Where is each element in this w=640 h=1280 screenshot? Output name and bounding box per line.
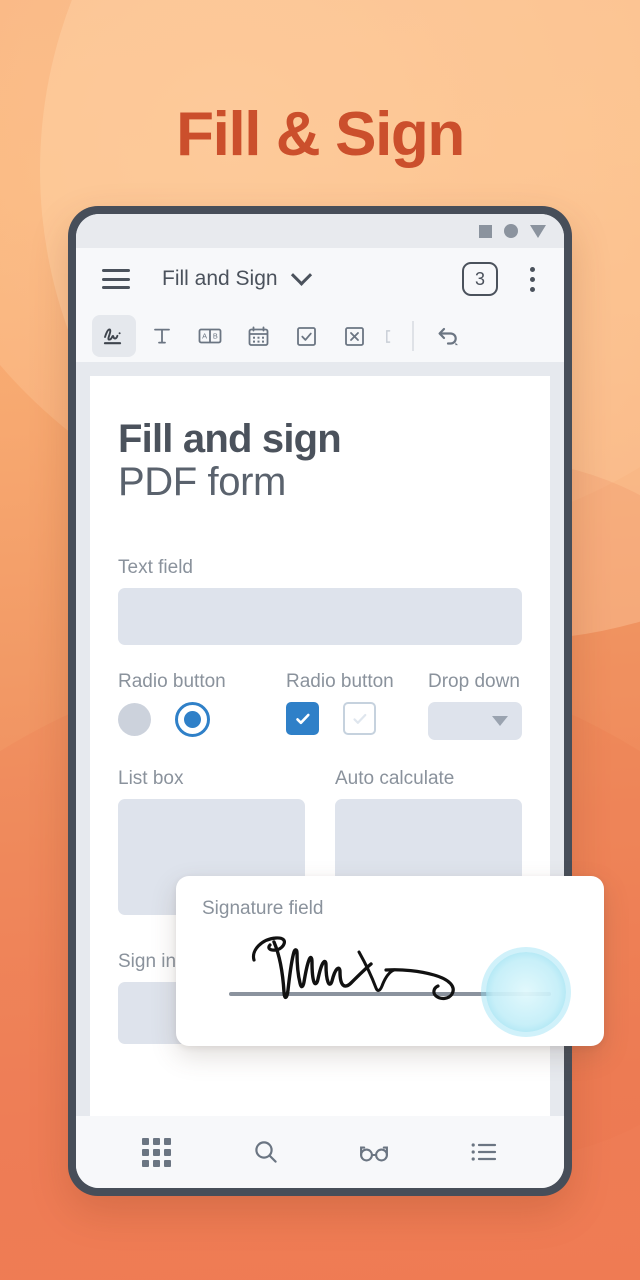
toolbar-divider [412, 321, 414, 351]
radio-option-unselected[interactable] [118, 703, 151, 737]
controls-row: Radio button Radio button Drop down [118, 671, 522, 741]
bottom-navigation [76, 1116, 564, 1188]
signature-field-label: Signature field [202, 898, 324, 919]
radio-group-1-label: Radio button [118, 671, 226, 693]
signature-canvas[interactable] [202, 920, 578, 1032]
signature-field-card[interactable]: Signature field [176, 876, 604, 1046]
initials-tool[interactable]: A B [188, 315, 232, 357]
outline-nav[interactable] [454, 1127, 514, 1177]
phone-frame: Fill and Sign 3 A B Fill and sign PDF fo… [68, 206, 572, 1196]
checkbox-checked[interactable] [286, 702, 319, 736]
document-title-line2: PDF form [118, 460, 286, 505]
signature-stroke-icon [104, 328, 119, 341]
search-handle-icon [268, 1154, 277, 1163]
app-bar-title: Fill and Sign [162, 267, 278, 290]
list-box-label: List box [118, 768, 184, 790]
triangle-down-icon [492, 716, 508, 727]
list-bullets-icon [471, 1143, 475, 1161]
glasses-right-icon [374, 1148, 388, 1162]
text-field-input[interactable] [118, 588, 522, 646]
document-title-line1: Fill and sign [118, 417, 342, 461]
checkbox-check-icon [296, 326, 316, 346]
auto-calculate-label: Auto calculate [335, 768, 455, 790]
check-mark-white-icon [295, 713, 310, 724]
radio-group-1: Radio button [118, 671, 286, 740]
dropdown-label: Drop down [428, 671, 520, 693]
cross-tool[interactable] [332, 315, 376, 357]
thumbnails-nav[interactable] [127, 1127, 187, 1177]
checkmark-tool[interactable] [284, 315, 328, 357]
signature-tool[interactable] [92, 315, 136, 357]
radio-group-1-options [118, 702, 286, 738]
bracket-tool[interactable] [380, 315, 400, 357]
status-bar [76, 214, 564, 248]
text-field-group: Text field [118, 557, 522, 646]
radio-option-selected[interactable] [175, 702, 210, 738]
fill-sign-toolbar: A B [76, 310, 564, 362]
calendar-dots-icon [252, 336, 264, 343]
check-mark-faint-icon [352, 713, 366, 724]
radio-group-2: Radio button [286, 671, 428, 740]
svg-text:A: A [202, 332, 207, 341]
radio-group-2-label: Radio button [286, 671, 394, 693]
chevron-down-icon[interactable] [290, 264, 312, 286]
glasses-left-icon [359, 1148, 373, 1162]
list-icon [477, 1143, 496, 1161]
text-tool[interactable] [140, 315, 184, 357]
app-bar: Fill and Sign 3 [76, 248, 564, 310]
svg-text:B: B [213, 332, 218, 341]
signature-dot-icon [118, 332, 121, 335]
dropdown-group: Drop down [428, 671, 522, 741]
checkbox-unchecked[interactable] [343, 702, 376, 736]
radio-group-2-options [286, 702, 428, 736]
triangle-down-icon [530, 224, 546, 238]
date-tool[interactable] [236, 315, 280, 357]
search-nav[interactable] [236, 1127, 296, 1177]
bracket-icon [386, 329, 391, 343]
grid-icon [142, 1137, 171, 1167]
undo-button[interactable] [426, 315, 470, 357]
reading-mode-nav[interactable] [345, 1127, 405, 1177]
page-count-badge[interactable]: 3 [462, 262, 498, 296]
square-icon [479, 224, 492, 238]
undo-corner-icon [455, 342, 458, 346]
page-title: Fill & Sign [176, 100, 465, 169]
kebab-menu-icon[interactable] [520, 264, 544, 294]
circle-icon [504, 224, 518, 238]
check-mark-icon [300, 332, 312, 341]
radio-dot-icon [184, 711, 201, 729]
dropdown-field[interactable] [428, 702, 522, 741]
touch-ripple [486, 952, 566, 1032]
text-t-icon [154, 328, 170, 344]
cross-mark-icon [349, 331, 359, 341]
hamburger-menu-icon[interactable] [102, 269, 130, 289]
text-field-label: Text field [118, 557, 193, 579]
